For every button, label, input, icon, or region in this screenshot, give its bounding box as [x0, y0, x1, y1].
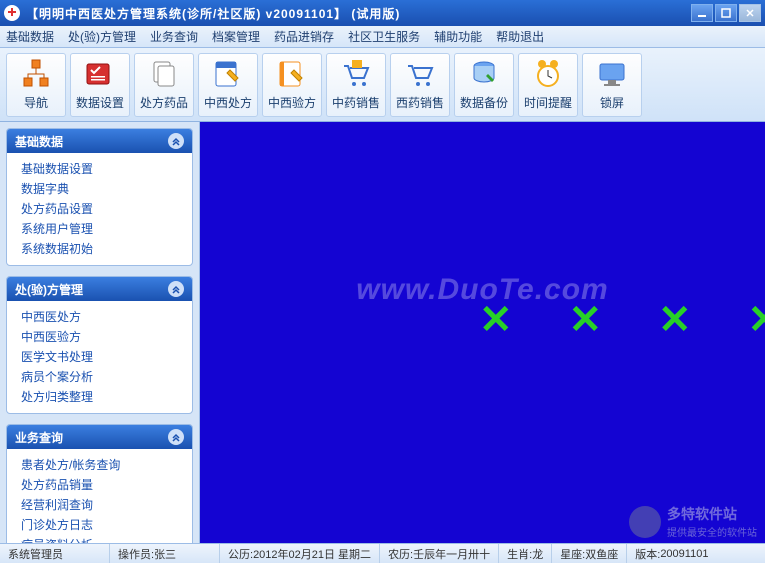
- title-bar: 【明明中西医处方管理系统(诊所/社区版) v20091101】 (试用版): [0, 0, 765, 26]
- toolbar-label: 处方药品: [140, 94, 188, 111]
- menu-item[interactable]: 处(验)方管理: [68, 28, 136, 45]
- x-icon: ✕: [747, 297, 765, 343]
- sidebar-link[interactable]: 处方药品设置: [21, 199, 178, 219]
- toolbar-nav-button[interactable]: 导航: [6, 53, 66, 117]
- panel-header[interactable]: 基础数据: [7, 129, 192, 153]
- nav-icon: [20, 58, 52, 90]
- monitor-icon: [596, 58, 628, 90]
- status-constellation: 星座: 双鱼座: [552, 544, 627, 563]
- toolbar-lock-button[interactable]: 锁屏: [582, 53, 642, 117]
- status-bar: 系统管理员 操作员: 张三 公历: 2012年02月21日 星期二 农历: 壬辰…: [0, 543, 765, 563]
- menu-item[interactable]: 业务查询: [150, 28, 198, 45]
- main-area: 基础数据 基础数据设置 数据字典 处方药品设置 系统用户管理 系统数据初始 处(…: [0, 122, 765, 543]
- x-icon: ✕: [658, 297, 692, 343]
- menu-item[interactable]: 档案管理: [212, 28, 260, 45]
- menu-item[interactable]: 辅助功能: [434, 28, 482, 45]
- panel-header[interactable]: 业务查询: [7, 425, 192, 449]
- sidebar-link[interactable]: 患者处方/帐务查询: [21, 455, 178, 475]
- close-button[interactable]: [739, 4, 761, 22]
- collapse-icon[interactable]: [168, 133, 184, 149]
- toolbar-rx2-button[interactable]: 中西验方: [262, 53, 322, 117]
- backup-icon: [468, 58, 500, 90]
- collapse-icon[interactable]: [168, 281, 184, 297]
- toolbar-label: 数据备份: [460, 94, 508, 111]
- toolbar-sale2-button[interactable]: 西药销售: [390, 53, 450, 117]
- toolbar-clock-button[interactable]: 时间提醒: [518, 53, 578, 117]
- duote-logo: 多特软件站 提供最安全的软件站: [629, 504, 757, 539]
- cart-icon: [340, 58, 372, 90]
- sidebar-link[interactable]: 经营利润查询: [21, 495, 178, 515]
- toolbar-sale1-button[interactable]: 中药销售: [326, 53, 386, 117]
- panel-header[interactable]: 处(验)方管理: [7, 277, 192, 301]
- toolbar: 导航 数据设置 处方药品 中西处方 中西验方 中药销售 西药销售 数据备份 时间…: [0, 48, 765, 122]
- panel-title: 业务查询: [15, 429, 63, 446]
- window-title: 【明明中西医处方管理系统(诊所/社区版) v20091101】 (试用版): [26, 5, 691, 22]
- menu-item[interactable]: 帮助退出: [496, 28, 544, 45]
- status-role: 系统管理员: [0, 544, 110, 563]
- x-icon: ✕: [479, 297, 513, 343]
- toolbar-label: 中西验方: [268, 94, 316, 111]
- menu-item[interactable]: 基础数据: [6, 28, 54, 45]
- sidebar: 基础数据 基础数据设置 数据字典 处方药品设置 系统用户管理 系统数据初始 处(…: [0, 122, 200, 543]
- toolbar-label: 导航: [24, 94, 48, 111]
- sidebar-link[interactable]: 医学文书处理: [21, 347, 178, 367]
- panel-title: 处(验)方管理: [15, 281, 83, 298]
- sidebar-panel-basic: 基础数据 基础数据设置 数据字典 处方药品设置 系统用户管理 系统数据初始: [6, 128, 193, 266]
- sidebar-link[interactable]: 系统用户管理: [21, 219, 178, 239]
- rx1-icon: [212, 58, 244, 90]
- app-icon: [4, 5, 20, 21]
- x-marks: ✕ ✕ ✕ ✕: [479, 297, 765, 343]
- cart-icon: [404, 58, 436, 90]
- toolbar-label: 中西处方: [204, 94, 252, 111]
- panel-title: 基础数据: [15, 133, 63, 150]
- toolbar-label: 中药销售: [332, 94, 380, 111]
- sidebar-panel-rx: 处(验)方管理 中西医处方 中西医验方 医学文书处理 病员个案分析 处方归类整理: [6, 276, 193, 414]
- content-area: www.DuoTe.com ✕ ✕ ✕ ✕ 多特软件站 提供最安全的软件站: [200, 122, 765, 543]
- toolbar-label: 锁屏: [600, 94, 624, 111]
- status-operator: 操作员: 张三: [110, 544, 220, 563]
- sidebar-link[interactable]: 处方归类整理: [21, 387, 178, 407]
- toolbar-rx1-button[interactable]: 中西处方: [198, 53, 258, 117]
- clock-icon: [532, 58, 564, 90]
- sidebar-link[interactable]: 门诊处方日志: [21, 515, 178, 535]
- minimize-button[interactable]: [691, 4, 713, 22]
- menu-item[interactable]: 社区卫生服务: [348, 28, 420, 45]
- maximize-button[interactable]: [715, 4, 737, 22]
- datasettings-icon: [84, 58, 116, 90]
- status-zodiac: 生肖: 龙: [499, 544, 552, 563]
- sidebar-link[interactable]: 数据字典: [21, 179, 178, 199]
- menu-item[interactable]: 药品进销存: [274, 28, 334, 45]
- status-lunar: 农历: 壬辰年一月卅十: [380, 544, 499, 563]
- toolbar-datasettings-button[interactable]: 数据设置: [70, 53, 130, 117]
- drugs-icon: [148, 58, 180, 90]
- status-solar: 公历: 2012年02月21日 星期二: [220, 544, 380, 563]
- sidebar-link[interactable]: 基础数据设置: [21, 159, 178, 179]
- sidebar-panel-query: 业务查询 患者处方/帐务查询 处方药品销量 经营利润查询 门诊处方日志 病员资料…: [6, 424, 193, 543]
- toolbar-label: 西药销售: [396, 94, 444, 111]
- x-icon: ✕: [568, 297, 602, 343]
- toolbar-label: 数据设置: [76, 94, 124, 111]
- sidebar-link[interactable]: 处方药品销量: [21, 475, 178, 495]
- sidebar-link[interactable]: 系统数据初始: [21, 239, 178, 259]
- toolbar-backup-button[interactable]: 数据备份: [454, 53, 514, 117]
- menu-bar: 基础数据 处(验)方管理 业务查询 档案管理 药品进销存 社区卫生服务 辅助功能…: [0, 26, 765, 48]
- window-buttons: [691, 4, 761, 22]
- brand-name: 多特软件站: [667, 504, 757, 524]
- rx2-icon: [276, 58, 308, 90]
- sidebar-link[interactable]: 病员个案分析: [21, 367, 178, 387]
- mascot-icon: [629, 506, 661, 538]
- toolbar-label: 时间提醒: [524, 94, 572, 111]
- toolbar-drugs-button[interactable]: 处方药品: [134, 53, 194, 117]
- sidebar-link[interactable]: 中西医处方: [21, 307, 178, 327]
- brand-sub: 提供最安全的软件站: [667, 524, 757, 539]
- sidebar-link[interactable]: 病员资料分析: [21, 535, 178, 543]
- sidebar-link[interactable]: 中西医验方: [21, 327, 178, 347]
- status-version: 版本: 20091101: [627, 544, 716, 563]
- collapse-icon[interactable]: [168, 429, 184, 445]
